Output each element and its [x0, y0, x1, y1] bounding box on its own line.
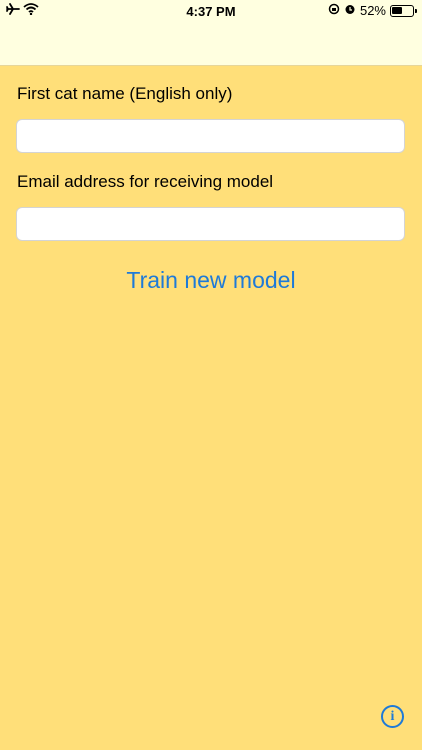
train-new-model-button[interactable]: Train new model	[0, 264, 422, 296]
battery-icon	[390, 4, 417, 17]
info-icon[interactable]: i	[381, 705, 404, 728]
cat-name-label: First cat name (English only)	[17, 84, 233, 103]
status-bar: 4:37 PM 52%	[0, 0, 422, 24]
email-input[interactable]	[16, 207, 405, 241]
alarm-icon	[344, 3, 356, 18]
status-right-icons: 52%	[328, 3, 417, 18]
email-label: Email address for receiving model	[17, 172, 274, 191]
battery-percent: 52%	[359, 3, 386, 18]
navigation-bar	[0, 24, 422, 66]
cat-name-input[interactable]	[16, 119, 405, 153]
info-glyph: i	[390, 708, 395, 724]
orientation-lock-icon	[328, 3, 340, 18]
battery-fill	[392, 6, 402, 14]
